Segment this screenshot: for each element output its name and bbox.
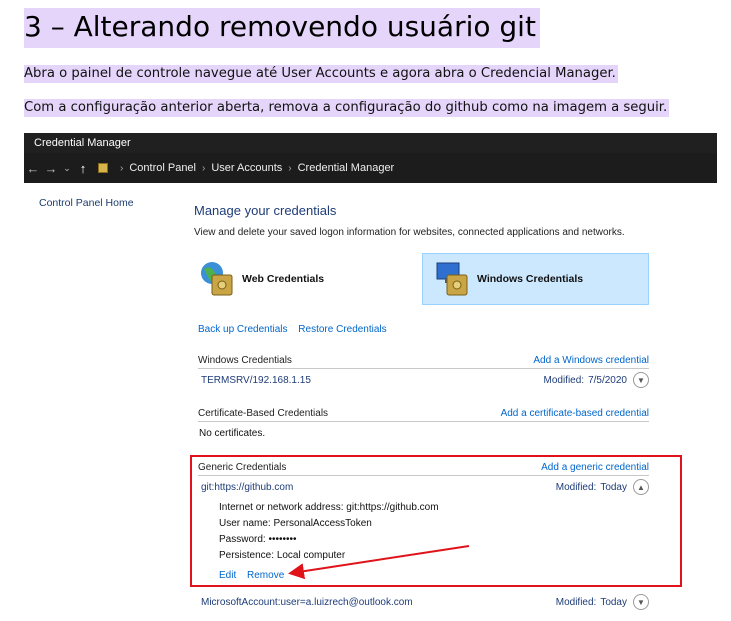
page-heading: 3 – Alterando removendo usuário git xyxy=(24,8,540,48)
annotation-arrow xyxy=(288,545,470,580)
instruction-paragraph-2: Com a configuração anterior aberta, remo… xyxy=(24,99,670,117)
credential-manager-screenshot: Credential Manager ← → ⌄ ↑ › Control Pan… xyxy=(24,133,717,621)
instruction-paragraph-1: Abra o painel de controle navegue até Us… xyxy=(24,65,618,83)
